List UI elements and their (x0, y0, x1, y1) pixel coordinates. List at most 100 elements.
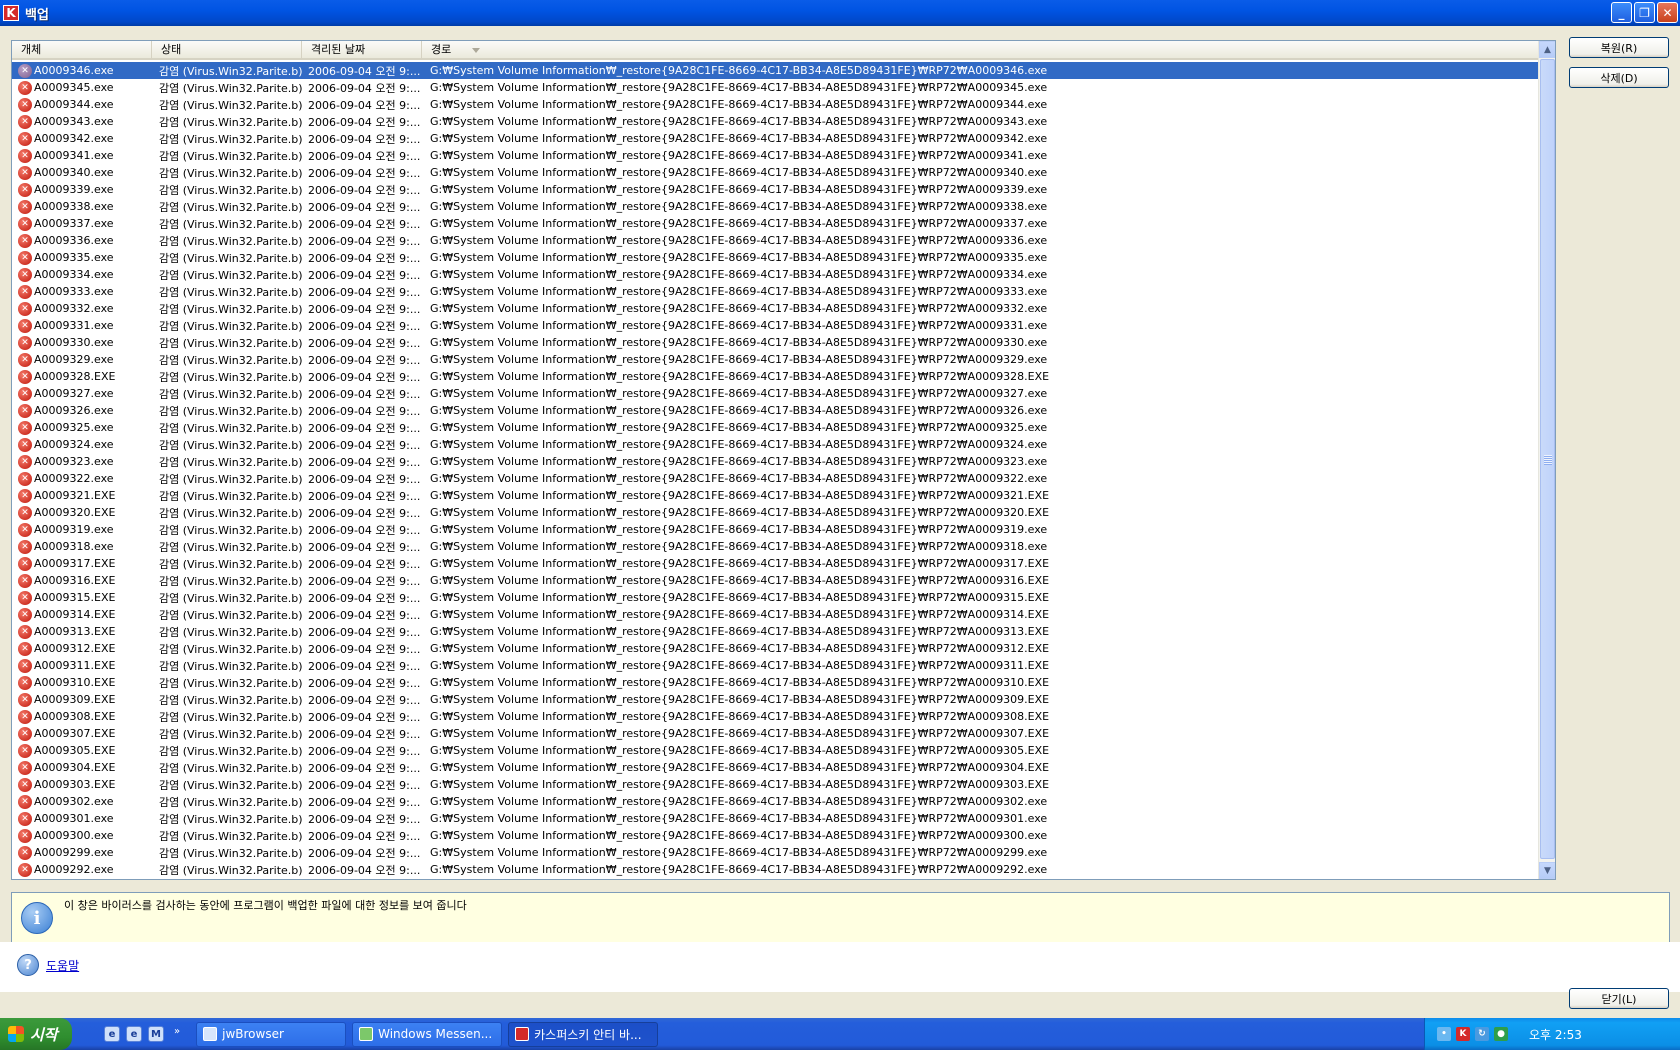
quick-launch-browser-icon[interactable]: e (104, 1026, 120, 1042)
table-row[interactable]: ✕ A0009324.exe 감염 (Virus.Win32.Parite.b) 20… (12, 436, 1539, 453)
taskbar-button-label: Windows Messen... (378, 1027, 493, 1041)
scroll-down-icon[interactable]: ▼ (1539, 862, 1555, 879)
table-row[interactable]: ✕ A0009338.exe 감염 (Virus.Win32.Parite.b) 20… (12, 198, 1539, 215)
table-row[interactable]: ✕ A0009304.EXE 감염 (Virus.Win32.Parite.b) 20… (12, 759, 1539, 776)
table-row[interactable]: ✕ A0009336.exe 감염 (Virus.Win32.Parite.b) 20… (12, 232, 1539, 249)
help-link[interactable]: 도움말 (46, 957, 79, 974)
maximize-button[interactable]: ❐ (1634, 2, 1655, 23)
minimize-button[interactable]: _ (1611, 2, 1632, 23)
table-row[interactable]: ✕ A0009346.exe 감염 (Virus.Win32.Parite.b) 20… (12, 62, 1539, 79)
table-row[interactable]: ✕ A0009302.exe 감염 (Virus.Win32.Parite.b) 20… (12, 793, 1539, 810)
table-row[interactable]: ✕ A0009319.exe 감염 (Virus.Win32.Parite.b) 20… (12, 521, 1539, 538)
table-row[interactable]: ✕ A0009309.EXE 감염 (Virus.Win32.Parite.b) 20… (12, 691, 1539, 708)
table-row[interactable]: ✕ A0009334.exe 감염 (Virus.Win32.Parite.b) 20… (12, 266, 1539, 283)
restore-button[interactable]: 복원(R) (1569, 37, 1669, 58)
object-name: A0009331.exe (34, 319, 114, 332)
table-row[interactable]: ✕ A0009300.exe 감염 (Virus.Win32.Parite.b) 20… (12, 827, 1539, 844)
close-window-button[interactable]: ✕ (1657, 2, 1678, 23)
table-row[interactable]: ✕ A0009345.exe 감염 (Virus.Win32.Parite.b) 20… (12, 79, 1539, 96)
table-row[interactable]: ✕ A0009303.EXE 감염 (Virus.Win32.Parite.b) 20… (12, 776, 1539, 793)
table-row[interactable]: ✕ A0009331.exe 감염 (Virus.Win32.Parite.b) 20… (12, 317, 1539, 334)
table-row[interactable]: ✕ A0009344.exe 감염 (Virus.Win32.Parite.b) 20… (12, 96, 1539, 113)
table-row[interactable]: ✕ A0009328.EXE 감염 (Virus.Win32.Parite.b) 20… (12, 368, 1539, 385)
infected-icon: ✕ (18, 624, 32, 639)
object-name: A0009303.EXE (34, 778, 116, 791)
object-name: A0009333.exe (34, 285, 114, 298)
table-row[interactable]: ✕ A0009313.EXE 감염 (Virus.Win32.Parite.b) 20… (12, 623, 1539, 640)
delete-button[interactable]: 삭제(D) (1569, 67, 1669, 88)
date-cell: 2006-09-04 오전 9:... (308, 336, 421, 350)
table-row[interactable]: ✕ A0009310.EXE 감염 (Virus.Win32.Parite.b) 20… (12, 674, 1539, 691)
table-row[interactable]: ✕ A0009341.exe 감염 (Virus.Win32.Parite.b) 20… (12, 147, 1539, 164)
object-name: A0009322.exe (34, 472, 114, 485)
object-name: A0009302.exe (34, 795, 114, 808)
quick-launch-ie-icon[interactable]: e (126, 1026, 142, 1042)
table-row[interactable]: ✕ A0009320.EXE 감염 (Virus.Win32.Parite.b) 20… (12, 504, 1539, 521)
quick-launch-expand-icon[interactable]: » (174, 1026, 180, 1042)
table-row[interactable]: ✕ A0009327.exe 감염 (Virus.Win32.Parite.b) 20… (12, 385, 1539, 402)
object-cell: ✕ A0009323.exe (12, 454, 152, 469)
table-row[interactable]: ✕ A0009340.exe 감염 (Virus.Win32.Parite.b) 20… (12, 164, 1539, 181)
table-row[interactable]: ✕ A0009292.exe 감염 (Virus.Win32.Parite.b) 20… (12, 861, 1539, 878)
table-row[interactable]: ✕ A0009308.EXE 감염 (Virus.Win32.Parite.b) 20… (12, 708, 1539, 725)
close-button[interactable]: 닫기(L) (1569, 988, 1669, 1009)
status-cell: 감염 (Virus.Win32.Parite.b) (159, 370, 302, 384)
table-row[interactable]: ✕ A0009333.exe 감염 (Virus.Win32.Parite.b) 20… (12, 283, 1539, 300)
path-cell: G:₩System Volume Information₩_restore{9A… (430, 302, 1048, 315)
table-row[interactable]: ✕ A0009323.exe 감염 (Virus.Win32.Parite.b) 20… (12, 453, 1539, 470)
tray-app-icon[interactable]: ● (1494, 1027, 1508, 1041)
table-row[interactable]: ✕ A0009317.EXE 감염 (Virus.Win32.Parite.b) 20… (12, 555, 1539, 572)
scroll-up-icon[interactable]: ▲ (1539, 41, 1555, 58)
title-bar[interactable]: K 백업 _ ❐ ✕ (0, 0, 1680, 26)
table-row[interactable]: ✕ A0009312.EXE 감염 (Virus.Win32.Parite.b) 20… (12, 640, 1539, 657)
table-row[interactable]: ✕ A0009315.EXE 감염 (Virus.Win32.Parite.b) 20… (12, 589, 1539, 606)
column-header-object[interactable]: 개체 (12, 41, 152, 60)
status-cell: 감염 (Virus.Win32.Parite.b) (159, 693, 302, 707)
table-row[interactable]: ✕ A0009332.exe 감염 (Virus.Win32.Parite.b) 20… (12, 300, 1539, 317)
table-row[interactable]: ✕ A0009342.exe 감염 (Virus.Win32.Parite.b) 20… (12, 130, 1539, 147)
taskbar-button-kaspersky[interactable]: 카스퍼스키 안티 바... (508, 1021, 659, 1047)
table-row[interactable]: ✕ A0009314.EXE 감염 (Virus.Win32.Parite.b) 20… (12, 606, 1539, 623)
column-header-date[interactable]: 격리된 날짜 (302, 41, 422, 60)
taskbar-button-messenger[interactable]: Windows Messen... (352, 1021, 503, 1047)
object-cell: ✕ A0009316.EXE (12, 573, 152, 588)
path-cell: G:₩System Volume Information₩_restore{9A… (430, 489, 1050, 502)
column-header-status[interactable]: 상태 (152, 41, 302, 60)
table-row[interactable]: ✕ A0009322.exe 감염 (Virus.Win32.Parite.b) 20… (12, 470, 1539, 487)
tray-kaspersky-icon[interactable]: K (1456, 1027, 1470, 1041)
tray-network-icon[interactable]: • (1437, 1027, 1451, 1041)
table-row[interactable]: ✕ A0009343.exe 감염 (Virus.Win32.Parite.b) 20… (12, 113, 1539, 130)
table-row[interactable]: ✕ A0009321.EXE 감염 (Virus.Win32.Parite.b) 20… (12, 487, 1539, 504)
start-button[interactable]: 시작 (0, 1018, 72, 1050)
object-cell: ✕ A0009327.exe (12, 386, 152, 401)
backup-list[interactable]: 개체 상태 격리된 날짜 경로 ✕ A0009346.exe 감염 (Virus.W… (11, 40, 1556, 880)
table-row[interactable]: ✕ A0009299.exe 감염 (Virus.Win32.Parite.b) 20… (12, 844, 1539, 861)
table-row[interactable]: ✕ A0009330.exe 감염 (Virus.Win32.Parite.b) 20… (12, 334, 1539, 351)
table-row[interactable]: ✕ A0009329.exe 감염 (Virus.Win32.Parite.b) 20… (12, 351, 1539, 368)
infected-icon: ✕ (18, 148, 32, 163)
table-row[interactable]: ✕ A0009335.exe 감염 (Virus.Win32.Parite.b) 20… (12, 249, 1539, 266)
scroll-thumb[interactable] (1540, 59, 1555, 859)
table-row[interactable]: ✕ A0009339.exe 감염 (Virus.Win32.Parite.b) 20… (12, 181, 1539, 198)
vertical-scrollbar[interactable]: ▲ ▼ (1538, 41, 1555, 879)
status-cell: 감염 (Virus.Win32.Parite.b) (159, 81, 302, 95)
path-cell: G:₩System Volume Information₩_restore{9A… (430, 132, 1048, 145)
date-cell: 2006-09-04 오전 9:... (308, 319, 421, 333)
table-row[interactable]: ✕ A0009311.EXE 감염 (Virus.Win32.Parite.b) 20… (12, 657, 1539, 674)
taskbar-button-jwbrowser[interactable]: jwBrowser (196, 1021, 347, 1047)
tray-update-icon[interactable]: ↻ (1475, 1027, 1489, 1041)
help-icon[interactable]: ? (17, 954, 39, 976)
windows-flag-icon (8, 1026, 24, 1042)
table-row[interactable]: ✕ A0009307.EXE 감염 (Virus.Win32.Parite.b) 20… (12, 725, 1539, 742)
table-row[interactable]: ✕ A0009326.exe 감염 (Virus.Win32.Parite.b) 20… (12, 402, 1539, 419)
column-header-path[interactable]: 경로 (422, 41, 1539, 60)
table-row[interactable]: ✕ A0009337.exe 감염 (Virus.Win32.Parite.b) 20… (12, 215, 1539, 232)
object-cell: ✕ A0009345.exe (12, 80, 152, 95)
table-row[interactable]: ✕ A0009301.exe 감염 (Virus.Win32.Parite.b) 20… (12, 810, 1539, 827)
table-row[interactable]: ✕ A0009316.EXE 감염 (Virus.Win32.Parite.b) 20… (12, 572, 1539, 589)
table-row[interactable]: ✕ A0009305.EXE 감염 (Virus.Win32.Parite.b) 20… (12, 742, 1539, 759)
quick-launch-media-icon[interactable]: M (148, 1026, 164, 1042)
date-cell: 2006-09-04 오전 9:... (308, 523, 421, 537)
table-row[interactable]: ✕ A0009318.exe 감염 (Virus.Win32.Parite.b) 20… (12, 538, 1539, 555)
table-row[interactable]: ✕ A0009325.exe 감염 (Virus.Win32.Parite.b) 20… (12, 419, 1539, 436)
